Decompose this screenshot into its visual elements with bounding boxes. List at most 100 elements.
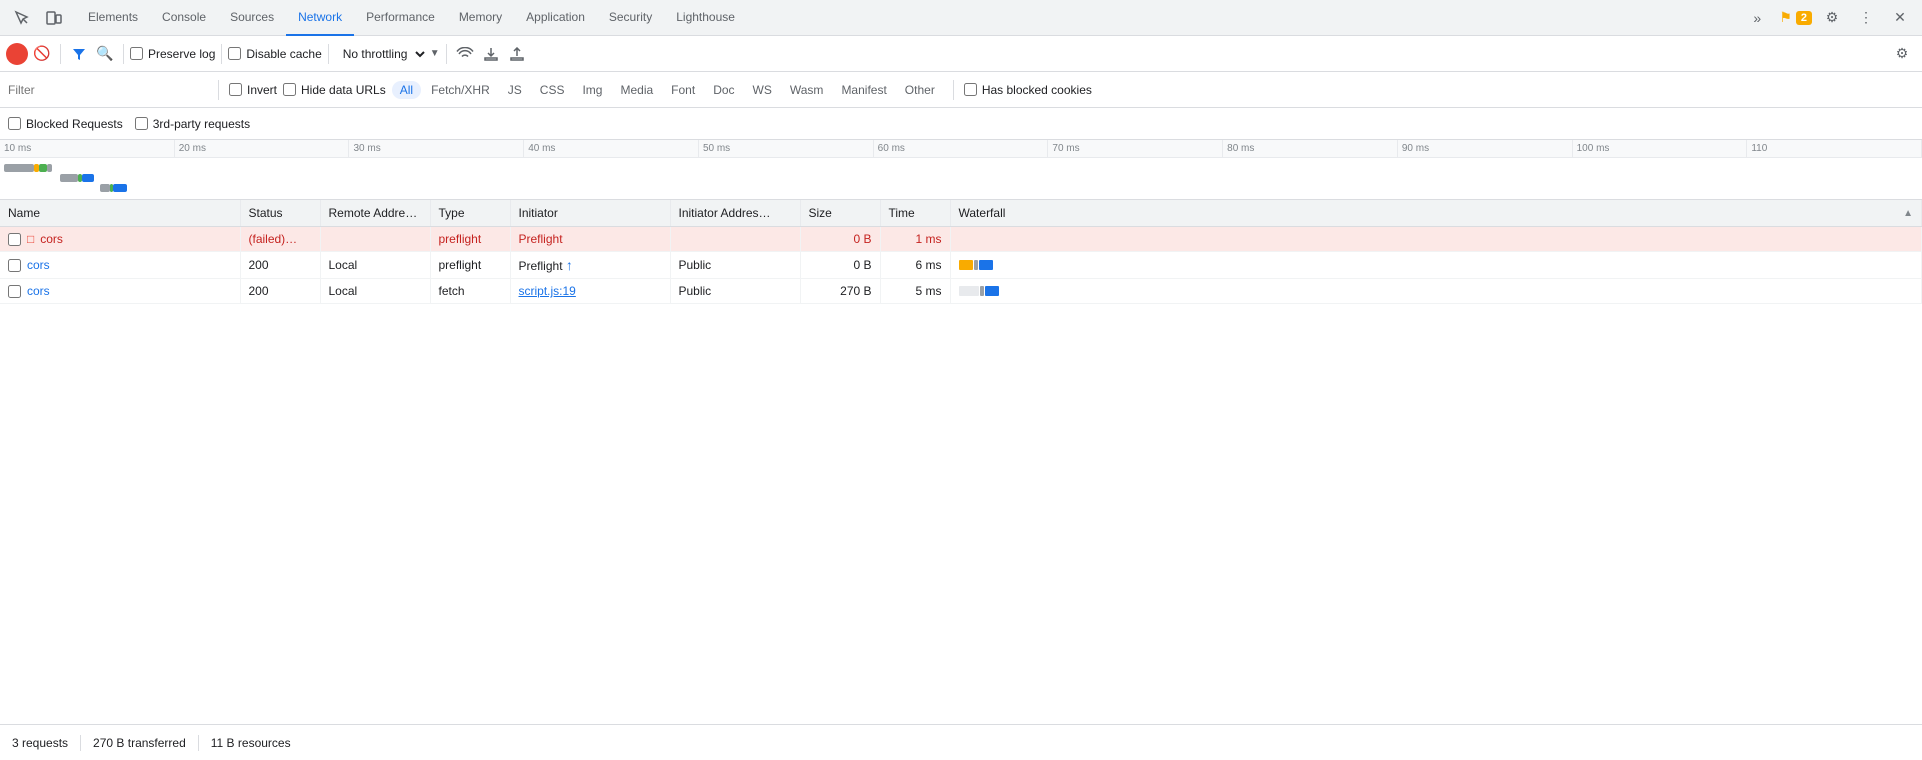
filter-pill-font[interactable]: Font [663, 81, 703, 99]
col-header-status[interactable]: Status [240, 200, 320, 227]
cell-type-row2: preflight [430, 252, 510, 279]
third-party-label[interactable]: 3rd-party requests [135, 117, 250, 131]
status-transferred: 270 B transferred [93, 736, 186, 750]
filter-pill-js[interactable]: JS [500, 81, 530, 99]
filter-pill-fetchxhr[interactable]: Fetch/XHR [423, 81, 498, 99]
filter-icon[interactable] [67, 42, 91, 66]
preserve-log-checkbox[interactable] [130, 47, 143, 60]
tab-sources[interactable]: Sources [218, 0, 286, 36]
row1-name[interactable]: cors [40, 232, 63, 246]
table-header: Name Status Remote Addres… Type Initiato… [0, 200, 1922, 227]
row2-checkbox[interactable] [8, 259, 21, 272]
has-blocked-label[interactable]: Has blocked cookies [964, 83, 1092, 97]
toolbar-separator-4 [328, 44, 329, 64]
filter-pill-other[interactable]: Other [897, 81, 943, 99]
tab-performance[interactable]: Performance [354, 0, 447, 36]
tab-more: » [1743, 4, 1771, 32]
device-icon[interactable] [40, 4, 68, 32]
invert-checkbox[interactable] [229, 83, 242, 96]
col-header-type[interactable]: Type [430, 200, 510, 227]
col-header-size[interactable]: Size [800, 200, 880, 227]
filter-pill-css[interactable]: CSS [532, 81, 573, 99]
col-header-initiator[interactable]: Initiator [510, 200, 670, 227]
status-bar: 3 requests 270 B transferred 11 B resour… [0, 724, 1922, 760]
filter-pill-img[interactable]: Img [574, 81, 610, 99]
filter-pill-media[interactable]: Media [612, 81, 661, 99]
throttle-select[interactable]: No throttling [335, 44, 428, 64]
cell-remote-row2: Local [320, 252, 430, 279]
tick-20ms: 20 ms [175, 140, 350, 157]
filter-pill-doc[interactable]: Doc [705, 81, 742, 99]
row3-checkbox[interactable] [8, 285, 21, 298]
status-sep-1 [80, 735, 81, 751]
table-row: □ cors (failed)… preflight Preflight 0 B [0, 227, 1922, 252]
search-icon[interactable]: 🔍 [93, 42, 117, 66]
tab-memory[interactable]: Memory [447, 0, 514, 36]
has-blocked-checkbox[interactable] [964, 83, 977, 96]
tick-40ms: 40 ms [524, 140, 699, 157]
export-icon[interactable] [505, 42, 529, 66]
filter-pill-all[interactable]: All [392, 81, 421, 99]
network-settings-icon[interactable]: ⚙ [1888, 40, 1916, 68]
filter-pill-manifest[interactable]: Manifest [833, 81, 894, 99]
close-button[interactable]: ✕ [1886, 4, 1914, 32]
hide-data-urls-checkbox[interactable] [283, 83, 296, 96]
tick-100ms: 100 ms [1573, 140, 1748, 157]
tab-far-right: ⚑ 2 ⚙ ⋮ ✕ [1779, 4, 1914, 32]
row2-name[interactable]: cors [27, 258, 50, 272]
preserve-log-label[interactable]: Preserve log [130, 47, 215, 61]
row1-checkbox[interactable] [8, 233, 21, 246]
blocked-requests-label[interactable]: Blocked Requests [8, 117, 123, 131]
settings-button[interactable]: ⚙ [1818, 4, 1846, 32]
cell-status-row2: 200 [240, 252, 320, 279]
filter-separator-2 [953, 80, 954, 100]
error-icon-row1: □ [27, 232, 34, 246]
cell-remote-row3: Local [320, 279, 430, 304]
cell-status-row1: (failed)… [240, 227, 320, 252]
tick-50ms: 50 ms [699, 140, 874, 157]
status-sep-2 [198, 735, 199, 751]
initiator-link-row3[interactable]: script.js:19 [519, 284, 576, 298]
tab-elements[interactable]: Elements [76, 0, 150, 36]
disable-cache-label[interactable]: Disable cache [228, 47, 321, 61]
col-header-initaddr[interactable]: Initiator Addres… [670, 200, 800, 227]
tab-application[interactable]: Application [514, 0, 597, 36]
filter-pill-ws[interactable]: WS [745, 81, 780, 99]
network-toolbar: 🚫 🔍 Preserve log Disable cache No thrott… [0, 36, 1922, 72]
more-options-button[interactable]: ⋮ [1852, 4, 1880, 32]
invert-label[interactable]: Invert [229, 83, 277, 97]
cell-waterfall-row1 [950, 227, 1922, 252]
timeline-ruler: 10 ms 20 ms 30 ms 40 ms 50 ms 60 ms 70 m… [0, 140, 1922, 158]
col-header-name[interactable]: Name [0, 200, 240, 227]
preflight-icon-row2[interactable]: ↑ [566, 257, 573, 273]
tab-security[interactable]: Security [597, 0, 664, 36]
disable-cache-checkbox[interactable] [228, 47, 241, 60]
import-icon[interactable] [479, 42, 503, 66]
tab-network[interactable]: Network [286, 0, 354, 36]
more-tabs-button[interactable]: » [1743, 4, 1771, 32]
filter-input[interactable] [8, 83, 208, 97]
filter-pill-wasm[interactable]: Wasm [782, 81, 832, 99]
clear-button[interactable]: 🚫 [30, 42, 54, 66]
blocked-requests-checkbox[interactable] [8, 117, 21, 130]
row3-name[interactable]: cors [27, 284, 50, 298]
hide-data-urls-label[interactable]: Hide data URLs [283, 83, 386, 97]
record-button[interactable] [6, 43, 28, 65]
tab-console[interactable]: Console [150, 0, 218, 36]
status-resources: 11 B resources [211, 736, 291, 750]
wf-seg-yellow-row2 [959, 260, 973, 270]
mini-bar-row3-recv [113, 184, 127, 192]
col-header-waterfall[interactable]: Waterfall ▲ [950, 200, 1922, 227]
mini-bar-row1-ssl [39, 164, 47, 172]
cell-time-row1: 1 ms [880, 227, 950, 252]
inspect-icon[interactable] [8, 4, 36, 32]
wifi-icon[interactable] [453, 42, 477, 66]
tab-bar: Elements Console Sources Network Perform… [0, 0, 1922, 36]
third-party-checkbox[interactable] [135, 117, 148, 130]
filter-bar: Invert Hide data URLs All Fetch/XHR JS C… [0, 72, 1922, 108]
col-header-time[interactable]: Time [880, 200, 950, 227]
col-header-remote[interactable]: Remote Addres… [320, 200, 430, 227]
tab-lighthouse[interactable]: Lighthouse [664, 0, 747, 36]
cell-type-row3: fetch [430, 279, 510, 304]
filter-separator-1 [218, 80, 219, 100]
